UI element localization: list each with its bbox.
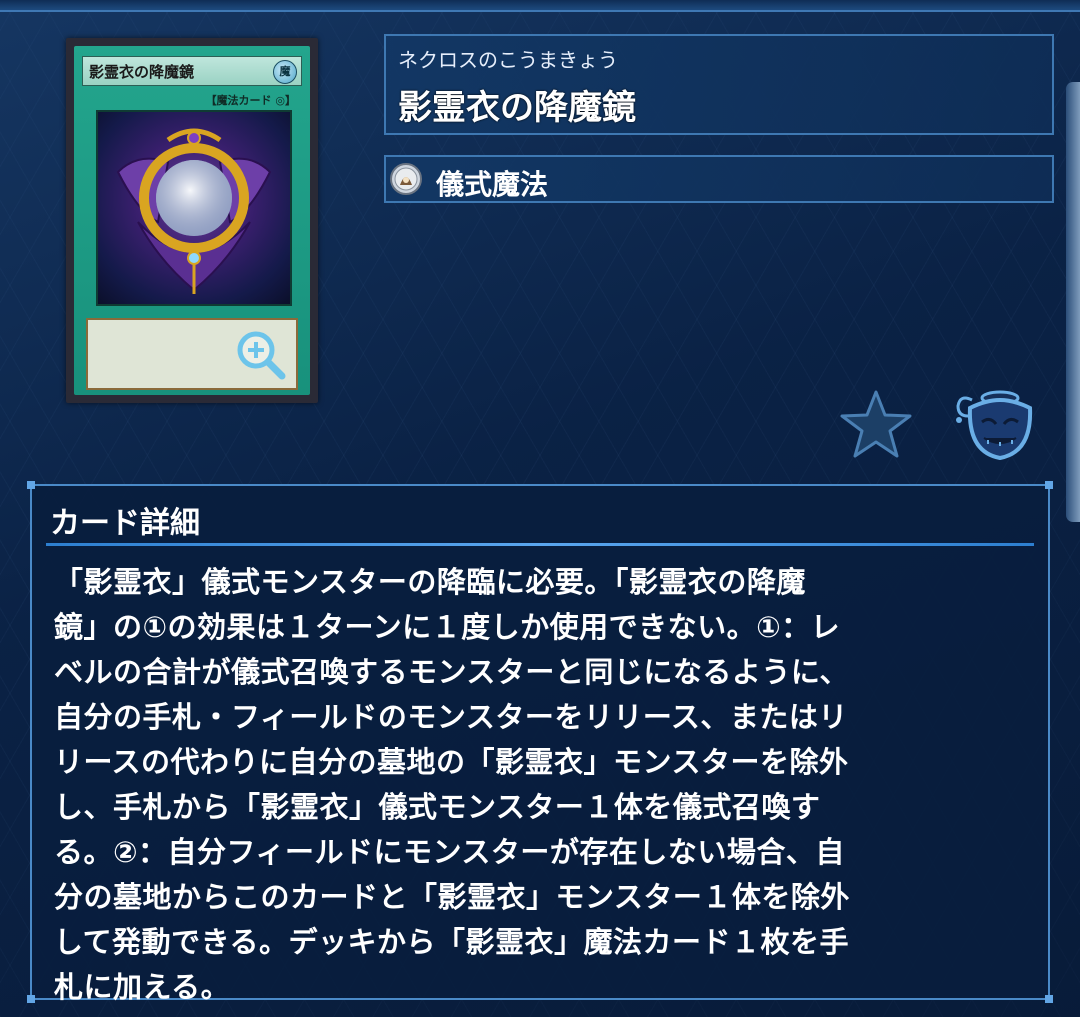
card-type-label: 儀式魔法 xyxy=(436,168,549,201)
card-type-box: 儀式魔法 xyxy=(384,155,1054,203)
card-name-box: ネクロスのこうまきょう 影霊衣の降魔鏡 xyxy=(384,34,1054,135)
panel-corner xyxy=(27,481,35,489)
panel-corner xyxy=(27,995,35,1003)
card-name: 影霊衣の降魔鏡 xyxy=(398,88,636,128)
card-type-line: 【魔法カード ◎】 xyxy=(205,94,296,107)
panel-corner xyxy=(1045,995,1053,1003)
card-artwork xyxy=(96,110,292,306)
zoom-icon[interactable] xyxy=(234,328,288,382)
star-icon[interactable] xyxy=(838,388,914,460)
mirror-artwork xyxy=(116,128,272,294)
scrollbar[interactable] xyxy=(1066,82,1080,522)
spell-attribute-icon: 魔 xyxy=(273,60,297,84)
pot-icon[interactable] xyxy=(950,386,1040,462)
panel-corner xyxy=(1045,481,1053,489)
detail-title: カード詳細 xyxy=(50,506,200,541)
card-effect-text: 「影霊衣」儀式モンスターの降臨に必要。「影霊衣の降魔 鏡」の①の効果は１ターンに… xyxy=(54,565,850,1004)
card-name-ruby: ネクロスのこうまきょう xyxy=(398,48,618,72)
ritual-spell-icon xyxy=(390,163,422,195)
card-frame: 影霊衣の降魔鏡 魔 【魔法カード ◎】 xyxy=(74,46,310,395)
top-rule xyxy=(0,0,1080,12)
card-namebar: 影霊衣の降魔鏡 魔 xyxy=(82,56,302,86)
card-textbox xyxy=(86,318,298,390)
detail-divider xyxy=(46,543,1034,546)
card-image-name: 影霊衣の降魔鏡 xyxy=(89,63,195,81)
card-detail-panel: カード詳細 「影霊衣」儀式モンスターの降臨に必要。「影霊衣の降魔 鏡」の①の効果… xyxy=(27,481,1053,1004)
card-image[interactable]: 影霊衣の降魔鏡 魔 【魔法カード ◎】 xyxy=(66,38,318,403)
